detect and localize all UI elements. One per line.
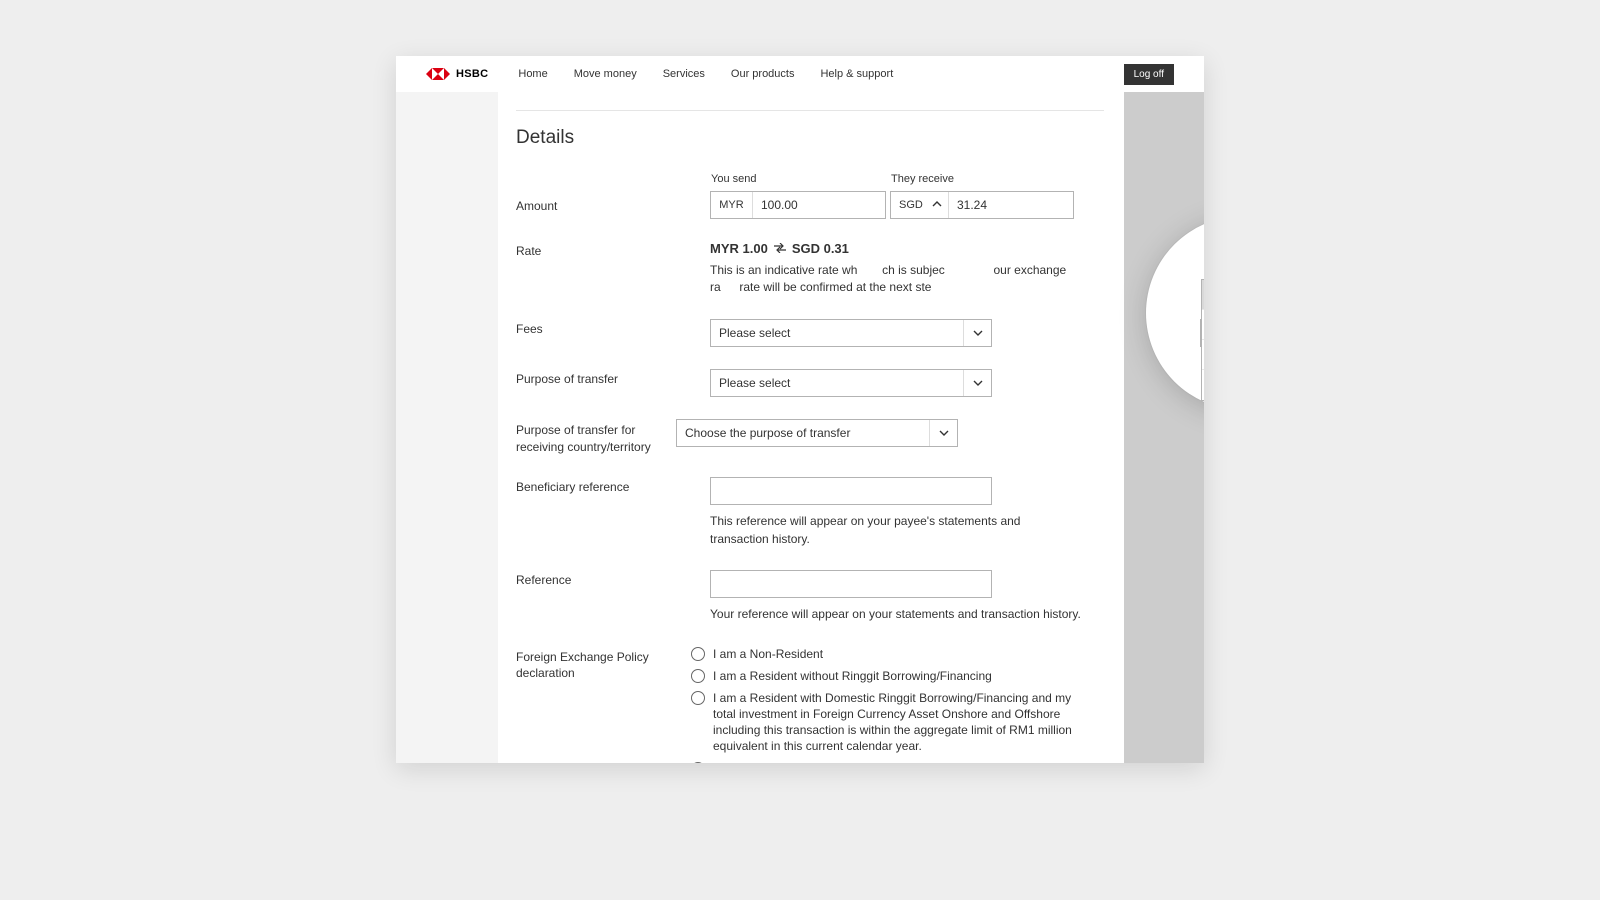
- section-title: Details: [516, 127, 1104, 149]
- radio-resident-no-borrowing[interactable]: [691, 669, 705, 683]
- rate-desc: This is an indicative rate wh xxx ch is …: [710, 262, 1070, 297]
- you-send-box: MYR: [710, 191, 886, 219]
- reference-input[interactable]: [710, 570, 992, 598]
- fep-option-4: I am a Resident with Domestic Ringgit Bo…: [691, 761, 1104, 763]
- nav-help-support[interactable]: Help & support: [820, 68, 893, 80]
- row-beneficiary-ref: Beneficiary reference This reference wil…: [516, 477, 1104, 548]
- label-fees: Fees: [516, 319, 710, 336]
- rate-line: MYR 1.00 SGD 0.31: [710, 241, 1104, 256]
- row-fep: Foreign Exchange Policy declaration I am…: [516, 646, 1104, 763]
- row-purpose: Purpose of transfer Please select: [516, 369, 1104, 397]
- nav-home[interactable]: Home: [518, 68, 547, 80]
- currency-option-aed[interactable]: AED: [1202, 310, 1204, 340]
- primary-nav: Home Move money Services Our products He…: [518, 68, 893, 80]
- magnifier-lens: 24264: [1146, 216, 1204, 410]
- purpose-select-value: Please select: [719, 376, 790, 390]
- fep-option-1: I am a Non-Resident: [691, 646, 1104, 662]
- main-panel: Details Amount You send MYR: [498, 92, 1124, 763]
- content-shell: Details Amount You send MYR: [396, 92, 1124, 763]
- label-amount: Amount: [516, 173, 710, 213]
- divider: [516, 110, 1104, 111]
- rate-to: SGD 0.31: [792, 241, 849, 256]
- currency-option-sgd[interactable]: SGD: [1202, 280, 1204, 310]
- label-rate: Rate: [516, 241, 710, 258]
- label-beneficiary-ref: Beneficiary reference: [516, 477, 710, 494]
- label-purpose: Purpose of transfer: [516, 369, 710, 386]
- chevron-up-icon: [932, 199, 942, 212]
- radio-label: I am a Resident without Ringgit Borrowin…: [713, 668, 992, 684]
- send-amount-input[interactable]: [753, 192, 873, 218]
- chevron-down-icon: [963, 370, 991, 396]
- lens-rate-rest: 24264: [1164, 239, 1204, 253]
- top-bar: HSBC Home Move money Services Our produc…: [396, 56, 1204, 92]
- purpose-receiving-value: Choose the purpose of transfer: [685, 426, 850, 440]
- hsbc-hex-icon: [426, 68, 450, 80]
- rate-from: MYR 1.00: [710, 241, 768, 256]
- label-reference: Reference: [516, 570, 710, 587]
- radio-label: I am a Resident with Domestic Ringgit Bo…: [713, 761, 1073, 763]
- receive-currency-select[interactable]: SGD: [891, 192, 949, 218]
- currency-option-bnd[interactable]: BND: [1202, 370, 1204, 400]
- currency-option-aud[interactable]: AUD: [1202, 340, 1204, 370]
- chevron-down-icon: [929, 420, 957, 446]
- reference-help: Your reference will appear on your state…: [710, 606, 1104, 623]
- they-receive-box: SGD: [890, 191, 1074, 219]
- beneficiary-ref-help: This reference will appear on your payee…: [710, 513, 1040, 548]
- radio-resident-exceeds-limit[interactable]: [691, 762, 705, 763]
- row-rate: Rate MYR 1.00 SGD 0.31 This is an indica…: [516, 241, 1104, 297]
- radio-non-resident[interactable]: [691, 647, 705, 661]
- fees-select-value: Please select: [719, 326, 790, 340]
- fep-option-3: I am a Resident with Domestic Ringgit Bo…: [691, 690, 1104, 755]
- radio-label: I am a Non-Resident: [713, 646, 823, 662]
- receive-currency-value: SGD: [899, 199, 923, 211]
- resize-corner-icon: [1164, 347, 1204, 365]
- swap-icon: [774, 241, 786, 256]
- receive-amount-input[interactable]: [949, 192, 1069, 218]
- label-purpose-receiving: Purpose of transfer for receiving countr…: [516, 419, 676, 456]
- nav-services[interactable]: Services: [663, 68, 705, 80]
- chevron-down-icon: [963, 320, 991, 346]
- logoff-button[interactable]: Log off: [1124, 64, 1174, 85]
- row-fees: Fees Please select: [516, 319, 1104, 347]
- beneficiary-ref-input[interactable]: [710, 477, 992, 505]
- row-reference: Reference Your reference will appear on …: [516, 570, 1104, 623]
- fep-option-2: I am a Resident without Ringgit Borrowin…: [691, 668, 1104, 684]
- brand-text: HSBC: [456, 68, 488, 80]
- nav-move-money[interactable]: Move money: [574, 68, 637, 80]
- brand-logo: HSBC: [426, 68, 488, 80]
- row-amount: Amount You send MYR They rec: [516, 173, 1104, 219]
- currency-dropdown: SGD AED AUD BND: [1201, 279, 1204, 401]
- radio-label: I am a Resident with Domestic Ringgit Bo…: [713, 690, 1073, 755]
- row-purpose-receiving: Purpose of transfer for receiving countr…: [516, 419, 1104, 456]
- purpose-select[interactable]: Please select: [710, 369, 992, 397]
- purpose-receiving-select[interactable]: Choose the purpose of transfer: [676, 419, 958, 447]
- app-window: HSBC Home Move money Services Our produc…: [396, 56, 1204, 763]
- fees-select[interactable]: Please select: [710, 319, 992, 347]
- label-fep: Foreign Exchange Policy declaration: [516, 646, 691, 683]
- left-gutter: [396, 92, 498, 763]
- label-you-send: You send: [710, 173, 886, 185]
- send-currency-label: MYR: [711, 192, 753, 218]
- label-they-receive: They receive: [890, 173, 1074, 185]
- nav-our-products[interactable]: Our products: [731, 68, 795, 80]
- radio-resident-within-limit[interactable]: [691, 691, 705, 705]
